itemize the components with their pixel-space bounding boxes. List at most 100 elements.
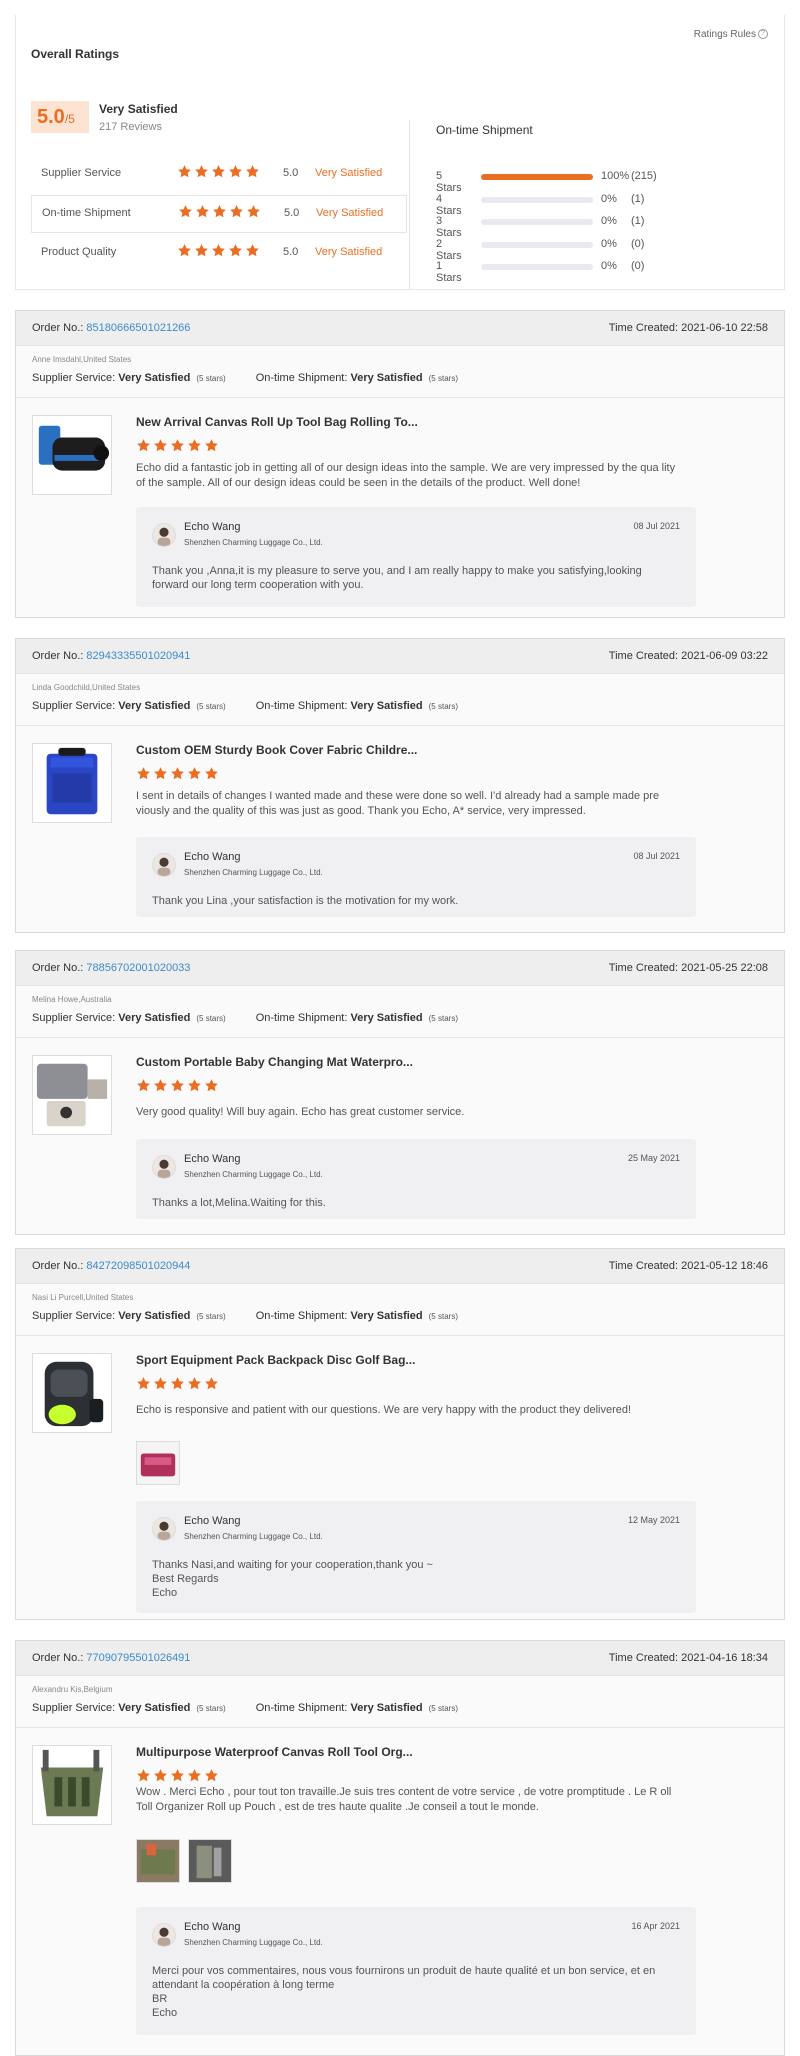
time-created-value: 2021-04-16 18:34	[681, 1652, 768, 1664]
avatar	[152, 1923, 176, 1947]
product-name-link[interactable]: Sport Equipment Pack Backpack Disc Golf …	[136, 1353, 415, 1367]
star-icon	[177, 243, 192, 258]
supplier-reply: Echo Wang Shenzhen Charming Luggage Co., …	[136, 1501, 696, 1613]
rating-row-score: 5.0	[283, 246, 299, 258]
order-number-link[interactable]: 85180666501021266	[86, 322, 190, 334]
star-rating	[178, 204, 263, 219]
on-time-shipment-stars: (5 stars)	[428, 1312, 458, 1321]
product-thumbnail[interactable]	[32, 415, 112, 495]
star-icon	[195, 204, 210, 219]
rating-row-product-quality: Product Quality 5.0 Very Satisfied	[31, 235, 407, 273]
star-icon	[136, 1768, 151, 1783]
rating-row-label: Product Quality	[41, 246, 117, 258]
bar-count: (1)	[631, 215, 645, 227]
supplier-reply: Echo Wang Shenzhen Charming Luggage Co., …	[136, 837, 696, 917]
star-icon	[245, 243, 260, 258]
bar-percent: 0%	[601, 237, 617, 250]
time-created-value: 2021-06-10 22:58	[681, 322, 768, 334]
reply-company: Shenzhen Charming Luggage Co., Ltd.	[184, 868, 323, 877]
reply-author: Echo Wang	[184, 1515, 241, 1527]
on-time-shipment-stars: (5 stars)	[428, 374, 458, 383]
product-thumbnail[interactable]	[32, 743, 112, 823]
on-time-shipment-value: Very Satisfied	[350, 1012, 423, 1024]
star-icon	[194, 243, 209, 258]
product-name-link[interactable]: Custom OEM Sturdy Book Cover Fabric Chil…	[136, 743, 417, 757]
order-number: Order No.: 78856702001020033	[32, 962, 190, 974]
time-created-label: Time Created:	[608, 1652, 679, 1664]
star-icon	[170, 438, 185, 453]
overall-ratings-panel: Ratings Rules? Overall Ratings 5.0/5 Ver…	[15, 15, 785, 290]
supplier-service-stars: (5 stars)	[196, 374, 226, 383]
on-time-shipment-label: On-time Shipment:	[255, 1702, 348, 1714]
on-time-shipment-value: Very Satisfied	[350, 1310, 423, 1322]
product-name-link[interactable]: Custom Portable Baby Changing Mat Waterp…	[136, 1055, 413, 1069]
order-header: Order No.: 77090795501026491 Time Created…	[16, 1641, 784, 1676]
star-icon	[153, 1376, 168, 1391]
star-icon	[229, 204, 244, 219]
supplier-reply: Echo Wang Shenzhen Charming Luggage Co., …	[136, 1139, 696, 1219]
rating-row-text: Very Satisfied	[315, 246, 383, 258]
reply-company: Shenzhen Charming Luggage Co., Ltd.	[184, 538, 323, 547]
bar-label: 5 Stars	[436, 170, 462, 194]
star-icon	[177, 164, 192, 179]
supplier-service-value: Very Satisfied	[118, 1310, 191, 1322]
supplier-service-stars: (5 stars)	[196, 1014, 226, 1023]
supplier-reply: Echo Wang Shenzhen Charming Luggage Co., …	[136, 507, 696, 607]
order-no-label: Order No.:	[32, 962, 84, 974]
star-icon	[170, 1078, 185, 1093]
star-icon	[187, 1376, 202, 1391]
overall-score-max: /5	[64, 112, 75, 126]
on-time-shipment-label: On-time Shipment:	[255, 1012, 348, 1024]
review-card: Order No.: 85180666501021266 Time Created…	[15, 310, 785, 618]
star-icon	[153, 1768, 168, 1783]
supplier-service-value: Very Satisfied	[118, 372, 191, 384]
rating-row-on-time-shipment[interactable]: On-time Shipment 5.0 Very Satisfied	[31, 195, 407, 233]
product-name-link[interactable]: New Arrival Canvas Roll Up Tool Bag Roll…	[136, 415, 418, 429]
star-icon	[194, 164, 209, 179]
order-no-label: Order No.:	[32, 650, 84, 662]
order-no-label: Order No.:	[32, 322, 84, 334]
product-thumbnail[interactable]	[32, 1745, 112, 1825]
star-icon	[211, 164, 226, 179]
divider	[16, 1037, 784, 1038]
on-time-shipment-label: On-time Shipment:	[255, 372, 348, 384]
star-icon	[187, 438, 202, 453]
supplier-service-label: Supplier Service:	[32, 1702, 116, 1714]
review-photo[interactable]	[136, 1839, 180, 1883]
avatar	[152, 1517, 176, 1541]
on-time-shipment-stars: (5 stars)	[428, 702, 458, 711]
bar-track	[481, 219, 593, 225]
time-created: Time Created: 2021-06-10 22:58	[609, 322, 768, 334]
order-number-link[interactable]: 84272098501020944	[86, 1260, 190, 1272]
review-photo[interactable]	[188, 1839, 232, 1883]
order-number-link[interactable]: 82943335501020941	[86, 650, 190, 662]
buyer-name: Melina Howe,Australia	[32, 995, 112, 1004]
order-number-link[interactable]: 77090795501026491	[86, 1652, 190, 1664]
star-icon	[153, 438, 168, 453]
on-time-shipment-label: On-time Shipment:	[255, 1310, 348, 1322]
ratings-rules-link[interactable]: Ratings Rules?	[694, 29, 768, 40]
overall-score-value: 5.0	[37, 106, 65, 128]
product-name-link[interactable]: Multipurpose Waterproof Canvas Roll Tool…	[136, 1745, 413, 1759]
rating-row-score: 5.0	[283, 167, 299, 179]
bar-count: (215)	[631, 170, 657, 182]
reply-author: Echo Wang	[184, 851, 241, 863]
bar-track	[481, 264, 593, 270]
divider	[16, 725, 784, 726]
overall-ratings-title: Overall Ratings	[31, 47, 120, 61]
question-icon[interactable]: ?	[758, 29, 768, 40]
order-number: Order No.: 82943335501020941	[32, 650, 190, 662]
on-time-shipment-value: Very Satisfied	[350, 372, 423, 384]
review-photo[interactable]	[136, 1441, 180, 1485]
supplier-service-stars: (5 stars)	[196, 1704, 226, 1713]
buyer-name: Anne Imsdahl,United States	[32, 355, 132, 364]
divider	[16, 397, 784, 398]
product-thumbnail[interactable]	[32, 1353, 112, 1433]
on-time-shipment-label: On-time Shipment:	[255, 700, 348, 712]
ratings-rules-label[interactable]: Ratings Rules	[694, 29, 756, 40]
reply-text: Thank you ,Anna,it is my pleasure to ser…	[152, 565, 642, 591]
supplier-service-value: Very Satisfied	[118, 1012, 191, 1024]
order-number-link[interactable]: 78856702001020033	[86, 962, 190, 974]
overall-score: 5.0/5	[31, 101, 89, 133]
product-thumbnail[interactable]	[32, 1055, 112, 1135]
